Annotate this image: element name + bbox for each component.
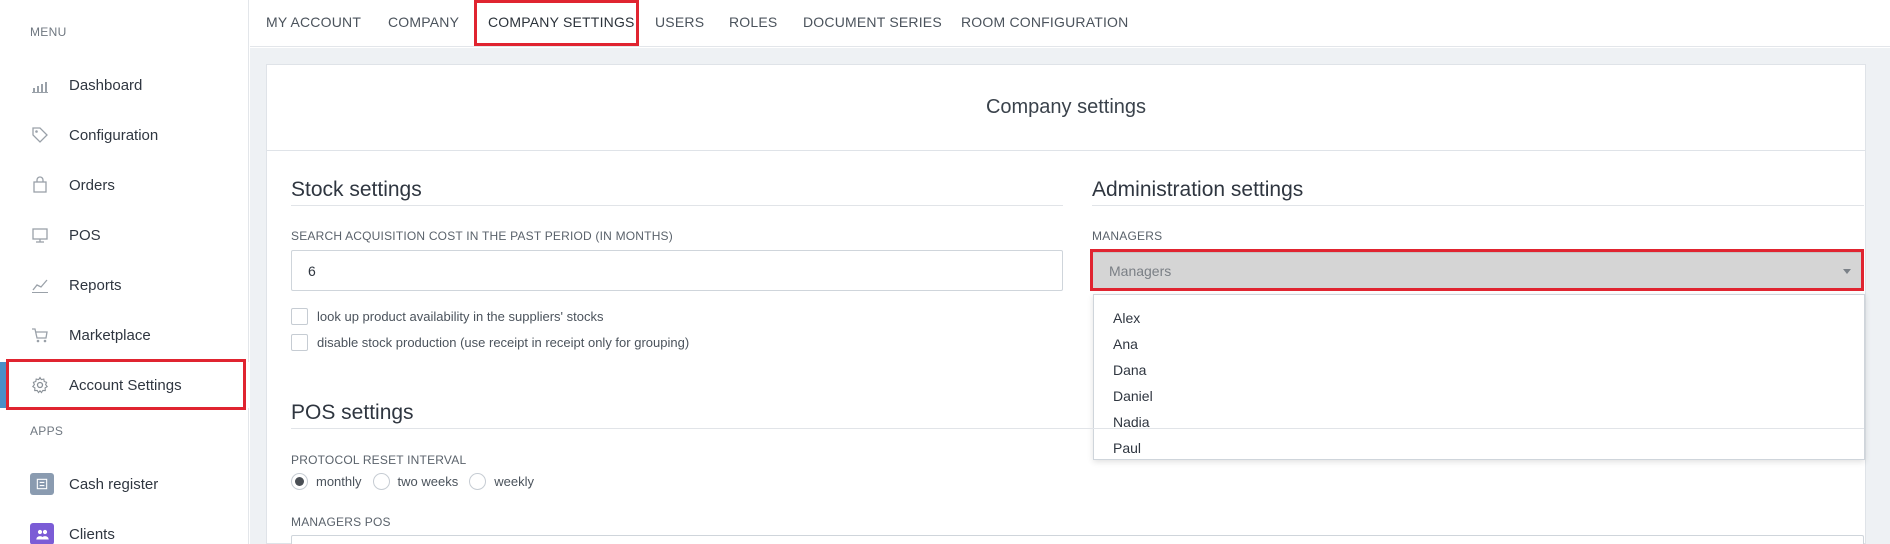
sidebar-item-dashboard[interactable]: Dashboard [0,62,249,108]
tab-roles[interactable]: ROLES [729,0,777,44]
radio-weekly[interactable]: weekly [469,473,534,490]
sidebar-item-label: Account Settings [69,376,182,394]
monitor-icon [30,225,50,245]
radio-button[interactable] [291,473,308,490]
sidebar-item-label: Cash register [69,475,159,493]
tab-company[interactable]: COMPANY [388,0,459,44]
chevron-down-icon [1843,269,1851,274]
section-divider [291,428,1864,429]
tab-users[interactable]: USERS [655,0,704,44]
sidebar-item-label: Reports [69,276,122,294]
pos-settings-title: POS settings [291,401,414,424]
gear-icon [30,375,50,395]
dropdown-option-paul[interactable]: Paul [1113,440,1141,456]
dropdown-option-ana[interactable]: Ana [1113,336,1138,352]
sidebar: MENU Dashboard Configuration Orders POS … [0,0,249,544]
dropdown-option-dana[interactable]: Dana [1113,362,1146,378]
sidebar-item-account-settings[interactable]: Account Settings [0,362,249,408]
tab-company-settings[interactable]: COMPANY SETTINGS [488,0,635,44]
section-divider [291,205,1063,206]
supplier-stock-checkbox[interactable] [291,308,308,325]
checkbox-label: look up product availability in the supp… [317,309,604,324]
tab-document-series[interactable]: DOCUMENT SERIES [803,0,942,44]
managers-pos-label: MANAGERS POS [291,515,391,529]
acquisition-cost-input[interactable]: 6 [291,250,1063,291]
sidebar-item-orders[interactable]: Orders [0,162,249,208]
disable-stock-production-checkbox[interactable] [291,334,308,351]
sidebar-item-configuration[interactable]: Configuration [0,112,249,158]
dropdown-option-alex[interactable]: Alex [1113,310,1140,326]
checkbox-label: disable stock production (use receipt in… [317,335,690,350]
sidebar-item-label: Marketplace [69,326,151,344]
radio-label: two weeks [397,474,459,489]
radio-button[interactable] [372,473,390,490]
radio-button[interactable] [469,473,487,490]
sidebar-item-cash-register[interactable]: Cash register [0,461,249,507]
sidebar-item-marketplace[interactable]: Marketplace [0,312,249,358]
sidebar-item-label: Dashboard [69,76,143,94]
sidebar-item-label: Orders [69,176,115,194]
managers-label: MANAGERS [1092,229,1163,243]
radio-label: monthly [316,474,362,489]
sidebar-item-label: Configuration [69,126,159,144]
menu-heading: MENU [30,25,67,39]
protocol-reset-interval-radios: monthly two weeks weekly [291,473,545,490]
disable-stock-production-checkbox-row[interactable]: disable stock production (use receipt in… [291,334,689,351]
main-content: Company settings Stock settings SEARCH A… [250,48,1890,544]
administration-settings-title: Administration settings [1092,178,1304,201]
managers-select[interactable]: Managers [1092,252,1864,290]
bar-chart-icon [30,75,50,95]
sidebar-item-pos[interactable]: POS [0,212,249,258]
active-indicator [0,362,6,408]
tag-icon [30,125,50,145]
cart-icon [30,325,50,345]
tab-room-configuration[interactable]: ROOM CONFIGURATION [961,0,1128,44]
radio-monthly[interactable]: monthly [291,473,362,490]
section-divider [1092,205,1864,206]
top-tabs: MY ACCOUNT COMPANY COMPANY SETTINGS USER… [250,0,1890,47]
stock-settings-title: Stock settings [291,178,422,201]
sidebar-item-label: Clients [69,525,115,543]
card-title: Company settings [267,65,1865,151]
sidebar-item-label: POS [69,226,101,244]
supplier-stock-checkbox-row[interactable]: look up product availability in the supp… [291,308,603,325]
managers-dropdown: Alex Ana Dana Daniel Nadia Paul [1093,294,1865,460]
users-icon [30,523,54,544]
sidebar-item-clients[interactable]: Clients [0,511,249,544]
managers-placeholder: Managers [1109,263,1172,279]
dropdown-option-daniel[interactable]: Daniel [1113,388,1153,404]
radio-label: weekly [494,474,534,489]
radio-two-weeks[interactable]: two weeks [372,473,459,490]
settings-card: Company settings Stock settings SEARCH A… [266,64,1866,544]
shopping-bag-icon [30,175,50,195]
tab-my-account[interactable]: MY ACCOUNT [266,0,361,44]
protocol-reset-interval-label: PROTOCOL RESET INTERVAL [291,453,467,467]
managers-pos-select[interactable] [291,535,1864,544]
sidebar-item-reports[interactable]: Reports [0,262,249,308]
acquisition-cost-label: SEARCH ACQUISITION COST IN THE PAST PERI… [291,229,673,243]
line-chart-icon [30,275,50,295]
apps-heading: APPS [30,424,64,438]
cash-register-icon [30,473,54,495]
